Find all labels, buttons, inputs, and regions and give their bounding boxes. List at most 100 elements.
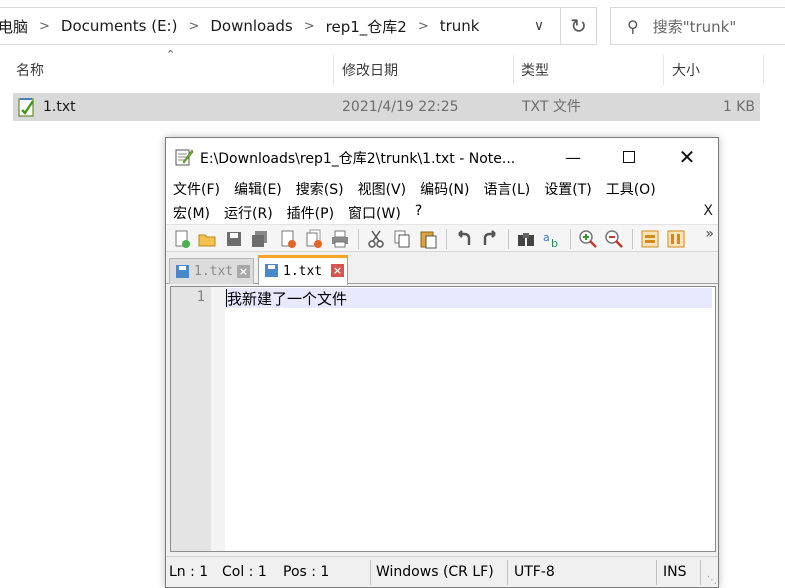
close-button[interactable]: ✕ <box>664 138 710 176</box>
menu-file[interactable]: 文件(F) <box>173 179 220 199</box>
find-icon[interactable] <box>516 229 536 249</box>
column-header-modified-label: 修改日期 <box>342 63 398 79</box>
save-icon[interactable] <box>224 229 244 249</box>
column-divider[interactable] <box>513 55 514 85</box>
toolbar-separator <box>358 229 359 249</box>
close-file-icon[interactable] <box>278 229 298 249</box>
sync-horizontal-icon[interactable] <box>666 229 686 249</box>
menu-language[interactable]: 语言(L) <box>484 179 531 199</box>
menu-window[interactable]: 窗口(W) <box>348 203 401 223</box>
new-file-icon[interactable] <box>172 229 192 249</box>
cut-icon[interactable] <box>366 229 386 249</box>
column-header-name[interactable]: 名称 <box>16 55 332 85</box>
column-header-size-label: 大小 <box>672 63 700 79</box>
tab-1-txt-active[interactable]: 1.txt × <box>258 255 348 285</box>
paste-icon[interactable] <box>418 229 438 249</box>
file-name[interactable]: 1.txt <box>43 93 76 121</box>
maximize-button[interactable] <box>606 138 652 176</box>
menu-search[interactable]: 搜索(S) <box>296 179 344 199</box>
menu-bar: 文件(F) 编辑(E) 搜索(S) 视图(V) 编码(N) 语言(L) 设置(T… <box>166 176 718 224</box>
status-separator <box>656 560 657 585</box>
close-all-icon[interactable] <box>304 229 324 249</box>
print-icon[interactable] <box>330 229 350 249</box>
menu-row-2: 宏(M) 运行(R) 插件(P) 窗口(W) ? <box>173 203 436 223</box>
refresh-icon[interactable]: ↻ <box>560 7 597 45</box>
chevron-right-icon[interactable]: > <box>34 19 55 34</box>
editor-line-text[interactable]: 我新建了一个文件 <box>227 288 347 309</box>
toolbar: ab » <box>166 224 718 252</box>
chevron-down-icon[interactable]: ∨ <box>520 8 558 44</box>
column-header-modified[interactable]: 修改日期 <box>342 55 512 85</box>
menu-encoding[interactable]: 编码(N) <box>420 179 469 199</box>
file-size: 1 KB <box>722 99 755 115</box>
breadcrumb-computer[interactable]: 电脑 <box>0 16 34 37</box>
saved-file-icon <box>176 265 189 278</box>
status-encoding[interactable]: UTF-8 <box>514 557 555 588</box>
status-insert-mode[interactable]: INS <box>663 557 687 588</box>
status-bar: Ln : 1 Col : 1 Pos : 1 Windows (CR LF) U… <box>166 556 718 587</box>
undo-icon[interactable] <box>454 229 474 249</box>
column-header-type[interactable]: 类型 <box>521 55 661 85</box>
window-title: E:\Downloads\rep1_仓库2\trunk\1.txt - Note… <box>200 151 516 167</box>
column-divider[interactable] <box>663 55 664 85</box>
chevron-right-icon[interactable]: > <box>183 19 204 34</box>
resize-grip-icon[interactable]: ⋱ <box>707 575 717 586</box>
breadcrumb-documents[interactable]: Documents (E:) <box>55 17 184 35</box>
zoom-in-icon[interactable] <box>578 229 598 249</box>
column-divider[interactable] <box>763 55 764 85</box>
status-separator <box>700 560 701 585</box>
close-tab-icon[interactable]: × <box>237 265 250 278</box>
chevron-right-icon[interactable]: > <box>299 19 320 34</box>
menu-tools[interactable]: 工具(O) <box>606 179 656 199</box>
breadcrumb-downloads[interactable]: Downloads <box>204 17 298 35</box>
column-divider[interactable] <box>333 55 334 85</box>
saved-file-icon <box>265 264 278 277</box>
maximize-icon <box>623 151 635 163</box>
menu-plugins[interactable]: 插件(P) <box>287 203 334 223</box>
search-input[interactable]: ⚲ 搜索"trunk" <box>610 7 785 45</box>
breadcrumb-rep1[interactable]: rep1_仓库2 <box>320 16 413 37</box>
toolbar-separator <box>632 229 633 249</box>
copy-icon[interactable] <box>392 229 412 249</box>
toolbar-separator <box>570 229 571 249</box>
search-icon: ⚲ <box>627 16 639 36</box>
minimize-button[interactable]: — <box>550 138 596 176</box>
svg-text:b: b <box>551 237 558 249</box>
status-separator <box>370 560 371 585</box>
tab-1-txt-inactive[interactable]: 1.txt × <box>169 258 254 284</box>
status-col: Col : 1 <box>222 564 267 580</box>
breadcrumb-trunk[interactable]: trunk <box>434 17 486 35</box>
text-editor[interactable]: 1 我新建了一个文件 <box>170 286 716 552</box>
menu-macro[interactable]: 宏(M) <box>173 203 210 223</box>
close-tab-icon[interactable]: × <box>331 264 344 277</box>
toolbar-overflow-icon[interactable]: » <box>705 226 714 242</box>
redo-icon[interactable] <box>480 229 500 249</box>
status-eol[interactable]: Windows (CR LF) <box>376 557 494 588</box>
menu-run[interactable]: 运行(R) <box>224 203 273 223</box>
svg-text:a: a <box>543 231 550 244</box>
tab-label: 1.txt <box>194 264 234 279</box>
sync-vertical-icon[interactable] <box>640 229 660 249</box>
open-folder-icon[interactable] <box>197 229 217 249</box>
status-separator <box>507 560 508 585</box>
file-type: TXT 文件 <box>522 99 581 115</box>
address-bar[interactable]: 电脑 > Documents (E:) > Downloads > rep1_仓… <box>0 7 597 45</box>
fold-margin[interactable] <box>211 287 225 551</box>
chevron-right-icon[interactable]: > <box>413 19 434 34</box>
menu-edit[interactable]: 编辑(E) <box>234 179 282 199</box>
close-document-menu-button[interactable]: X <box>703 203 713 219</box>
line-number: 1 <box>196 289 205 305</box>
replace-icon[interactable]: ab <box>542 229 562 249</box>
file-row[interactable]: 1.txt 2021/4/19 22:25 TXT 文件 1 KB <box>13 93 760 121</box>
status-line: Ln : 1 <box>169 564 209 580</box>
menu-view[interactable]: 视图(V) <box>358 179 407 199</box>
column-header-size[interactable]: 大小 <box>672 55 762 85</box>
tab-bar: 1.txt × 1.txt × <box>166 252 718 285</box>
zoom-out-icon[interactable] <box>604 229 624 249</box>
title-bar[interactable]: E:\Downloads\rep1_仓库2\trunk\1.txt - Note… <box>166 138 718 176</box>
save-all-icon[interactable] <box>250 229 270 249</box>
menu-help[interactable]: ? <box>415 203 422 223</box>
notepad-window: E:\Downloads\rep1_仓库2\trunk\1.txt - Note… <box>165 137 719 588</box>
menu-settings[interactable]: 设置(T) <box>544 179 591 199</box>
line-number-gutter: 1 <box>171 287 211 551</box>
